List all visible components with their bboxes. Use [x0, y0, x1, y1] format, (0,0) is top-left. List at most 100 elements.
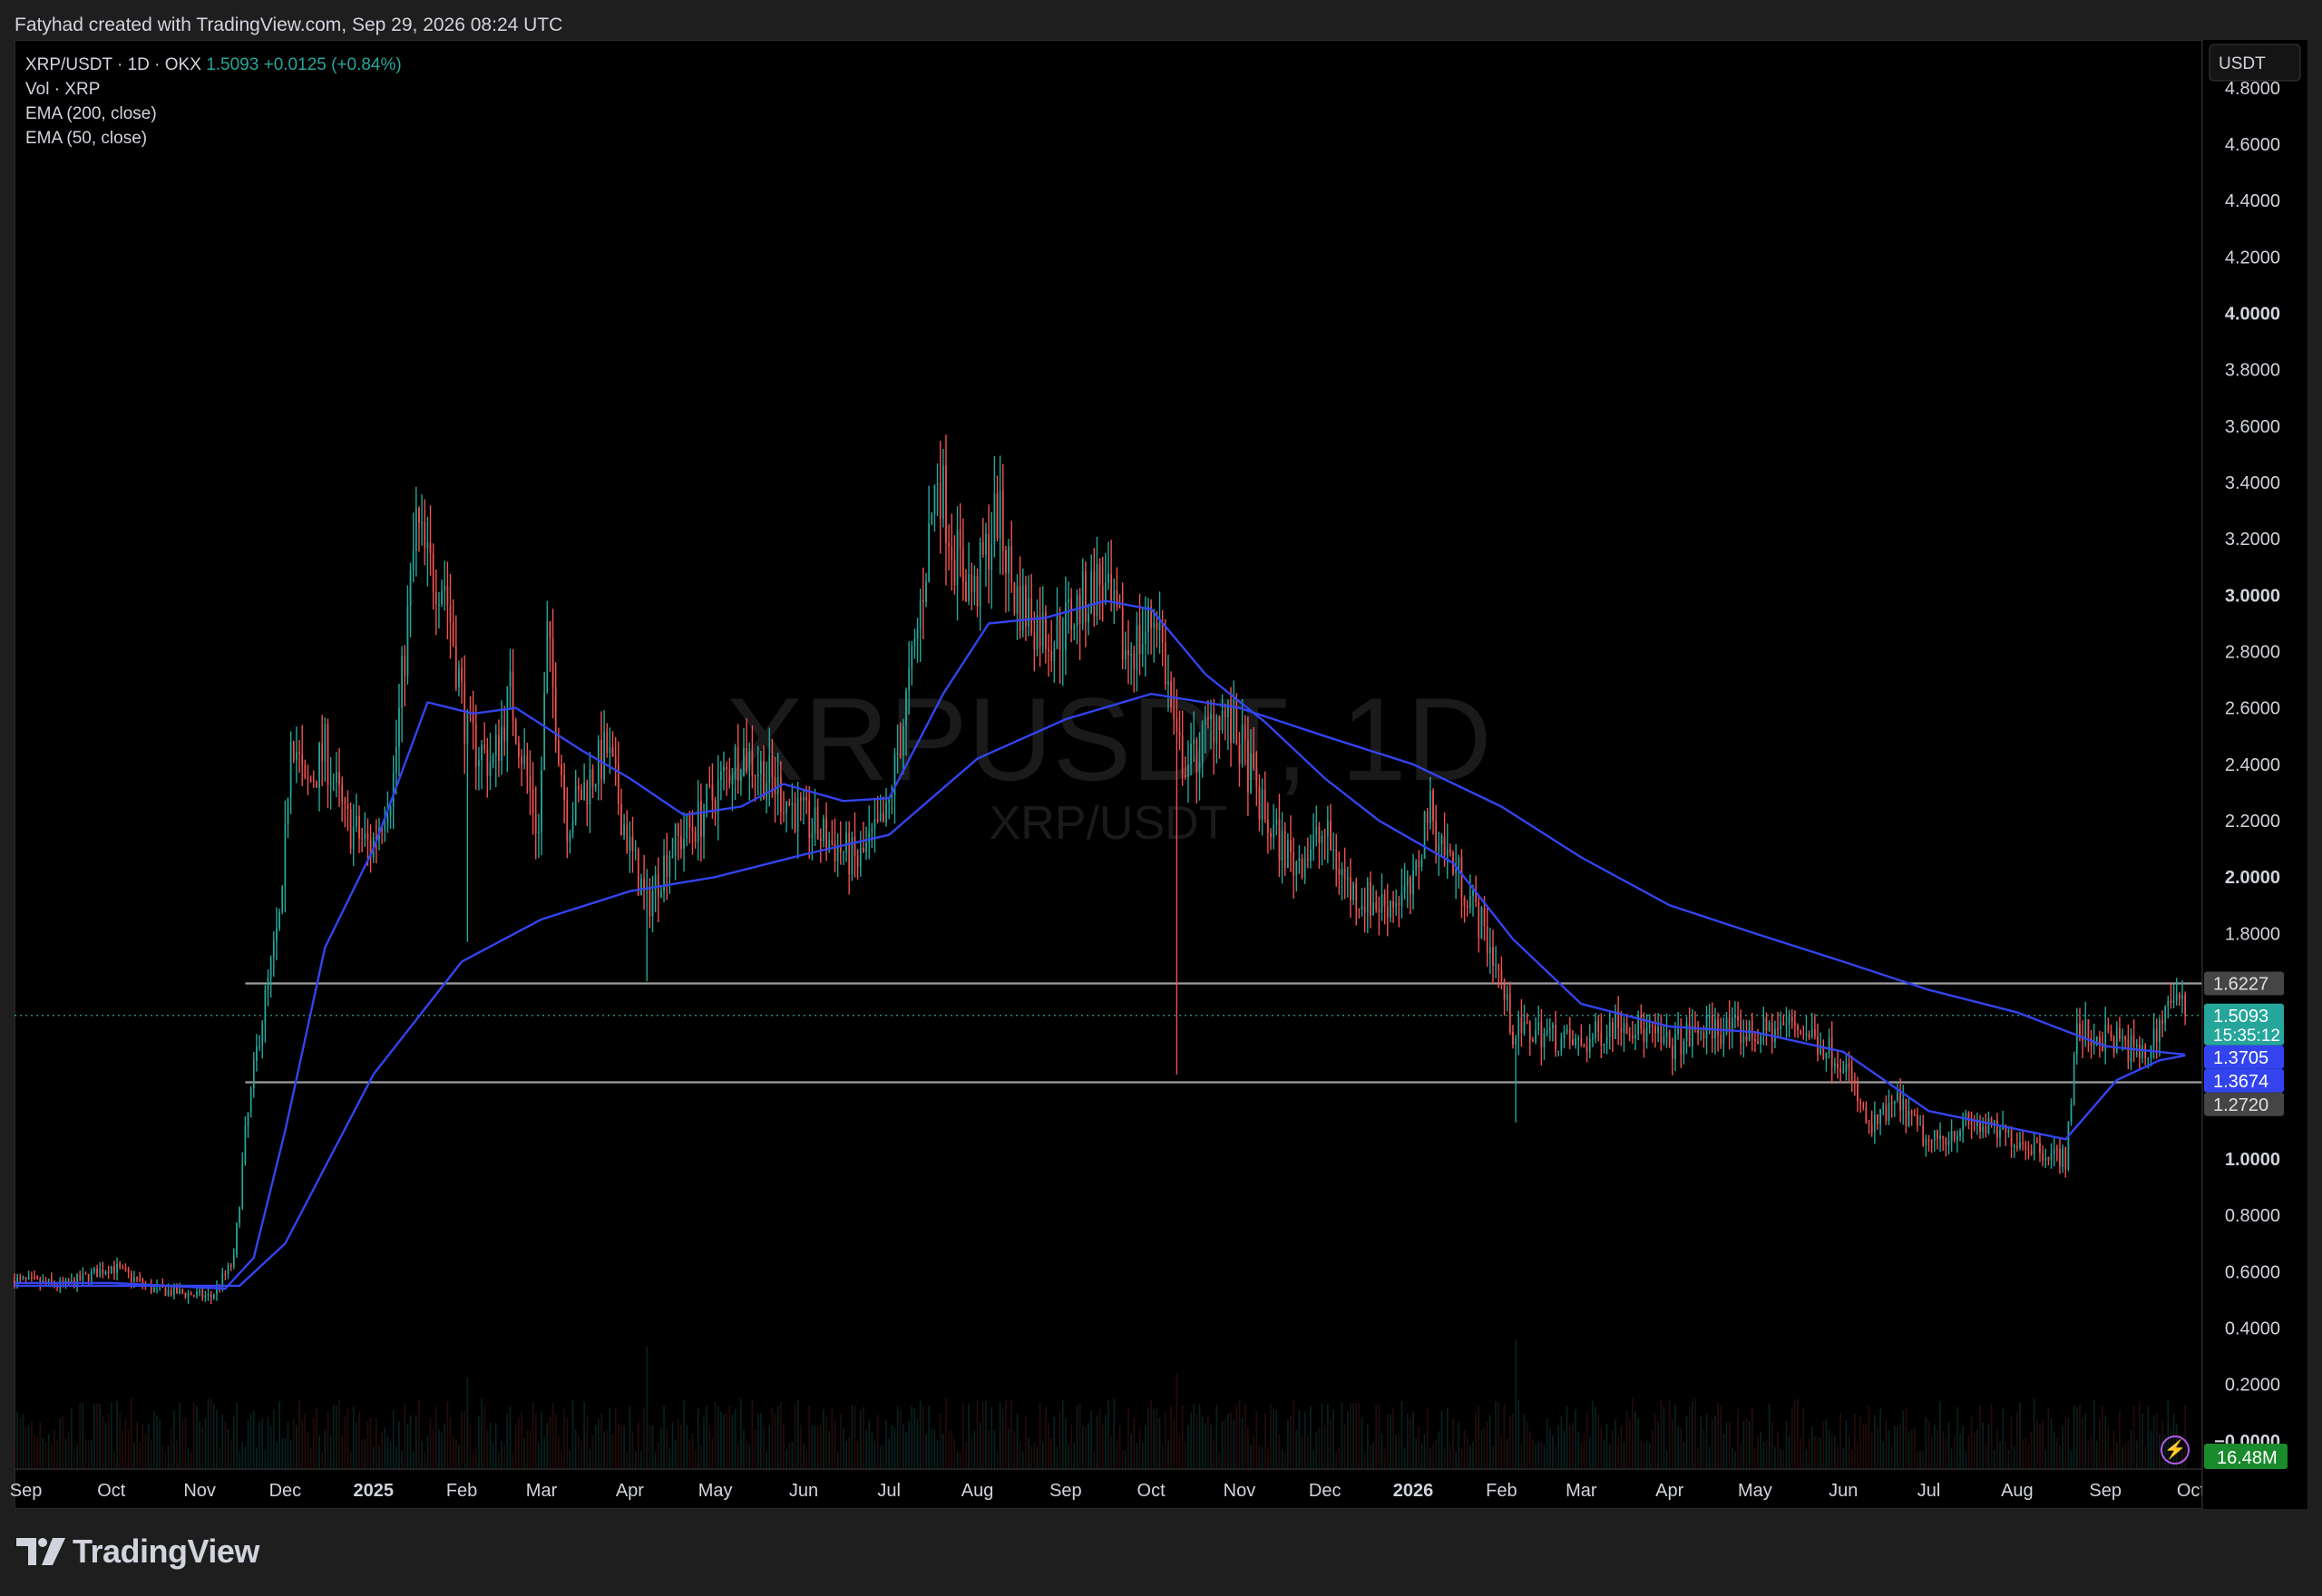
volume-bar — [1654, 1415, 1656, 1469]
candle-body — [834, 842, 836, 862]
candle-body — [503, 726, 506, 742]
volume-bar — [1121, 1450, 1124, 1469]
volume-bar — [76, 1445, 78, 1469]
candle-body — [1415, 861, 1418, 871]
candle-body — [814, 807, 816, 833]
volume-bar — [1765, 1440, 1768, 1469]
candle-body — [1261, 789, 1263, 820]
x-tick-label: Apr — [1655, 1481, 1683, 1501]
candle-body — [2099, 1036, 2101, 1043]
x-tick-label: Jul — [1917, 1481, 1941, 1501]
candle-body — [1498, 964, 1500, 971]
candle-body — [1597, 1021, 1600, 1032]
volume-bar — [27, 1425, 30, 1469]
candle-body — [583, 783, 585, 800]
bolt-icon[interactable]: ⚡ — [2161, 1435, 2190, 1465]
candle-body — [1930, 1140, 1933, 1143]
candle-body — [873, 818, 876, 829]
volume-bar — [164, 1452, 167, 1469]
y-tick-label: 2.4000 — [2225, 755, 2280, 775]
volume-bar — [324, 1429, 327, 1469]
volume-bar — [1338, 1448, 1341, 1469]
y-tick-label: 1.0000 — [2225, 1150, 2280, 1170]
volume-bar — [1797, 1398, 1799, 1469]
volume-bar — [1323, 1425, 1326, 1469]
candle-body — [1432, 790, 1434, 822]
volume-bar — [1346, 1411, 1349, 1469]
volume-bar — [654, 1452, 657, 1469]
candle-body — [267, 978, 269, 990]
tradingview-brand[interactable]: TradingView — [16, 1533, 259, 1571]
candle-body — [1390, 900, 1391, 918]
candle-body — [1301, 858, 1303, 878]
candle-body — [1857, 1084, 1859, 1102]
legend-ema50[interactable]: EMA (50, close) — [25, 126, 402, 151]
legend-volume[interactable]: Vol · XRP — [25, 77, 402, 102]
volume-bar — [1090, 1410, 1093, 1469]
x-tick-label: Sep — [1049, 1481, 1082, 1501]
volume-bar — [1332, 1408, 1334, 1469]
price-chart[interactable]: XRPUSDT, 1D XRP/USDT Sep Oct Nov Dec 2025 Feb… — [0, 0, 2322, 1509]
candle-body — [1187, 764, 1189, 778]
volume-bar — [1173, 1418, 1176, 1469]
volume-bar — [327, 1411, 329, 1469]
volume-bar — [2127, 1441, 2130, 1469]
chart-legend: XRP/USDT · 1D · OKX 1.5093 +0.0125 (+0.8… — [25, 53, 402, 151]
candle-body — [298, 752, 300, 754]
volume-bar — [788, 1442, 791, 1469]
volume-bar — [956, 1451, 959, 1469]
candle-body — [1318, 826, 1321, 843]
candle-body — [551, 637, 554, 687]
volume-bar — [557, 1435, 560, 1469]
volume-bar — [1295, 1430, 1298, 1469]
candle-body — [1361, 906, 1363, 910]
volume-bar — [2119, 1410, 2121, 1469]
volume-bar — [2087, 1440, 2090, 1469]
candle-body — [210, 1294, 212, 1299]
volume-bar — [521, 1411, 522, 1469]
volume-bar — [1053, 1416, 1056, 1469]
candle-body — [2170, 1000, 2172, 1003]
candle-body — [993, 493, 996, 544]
volume-bar — [756, 1414, 759, 1469]
volume-bar — [1301, 1435, 1303, 1469]
volume-bar — [939, 1414, 941, 1469]
candle-body — [1005, 550, 1007, 574]
candle-body — [1455, 868, 1458, 874]
volume-bar — [526, 1430, 529, 1469]
candle-body — [1982, 1126, 1985, 1132]
volume-bar — [309, 1448, 312, 1469]
volume-bar — [743, 1429, 745, 1469]
candle-body — [2124, 1036, 2127, 1040]
volume-bar — [883, 1445, 884, 1469]
candle-body — [87, 1273, 90, 1282]
time-axis[interactable]: Sep Oct Nov Dec 2025 Feb Mar Apr May Jun Jul Aug Sep… — [10, 1468, 2307, 1501]
volume-bar — [1945, 1437, 1947, 1469]
volume-bar — [2019, 1402, 2021, 1469]
volume-bar — [1244, 1403, 1246, 1469]
volume-bar — [278, 1401, 280, 1469]
candle-body — [1195, 739, 1198, 774]
volume-bar — [463, 1410, 466, 1469]
volume-bar — [893, 1427, 896, 1469]
volume-bar — [1725, 1422, 1728, 1469]
horizontal-levels[interactable] — [15, 982, 2202, 1084]
candle-body — [364, 832, 366, 839]
candle-body — [700, 801, 702, 837]
candle-body — [1563, 1031, 1566, 1038]
price-axis[interactable]: USDT4.80004.60004.40004.20004.00003.8000… — [2201, 40, 2307, 1509]
y-tick-label: 3.4000 — [2225, 473, 2280, 493]
x-tick-label: Sep — [2089, 1481, 2122, 1501]
legend-ema200[interactable]: EMA (200, close) — [25, 102, 402, 126]
candle-body — [1010, 546, 1013, 583]
volume-bar — [554, 1415, 557, 1469]
legend-symbol-row[interactable]: XRP/USDT · 1D · OKX 1.5093 +0.0125 (+0.8… — [25, 53, 402, 77]
candle-body — [703, 813, 705, 837]
volume-bar — [1010, 1399, 1013, 1469]
candle-body — [1073, 626, 1076, 630]
volume-bar — [1486, 1421, 1488, 1469]
volume-bar — [401, 1450, 403, 1469]
volume-bar — [865, 1429, 867, 1469]
volume-bar — [1478, 1406, 1480, 1469]
candle-body — [649, 887, 651, 917]
